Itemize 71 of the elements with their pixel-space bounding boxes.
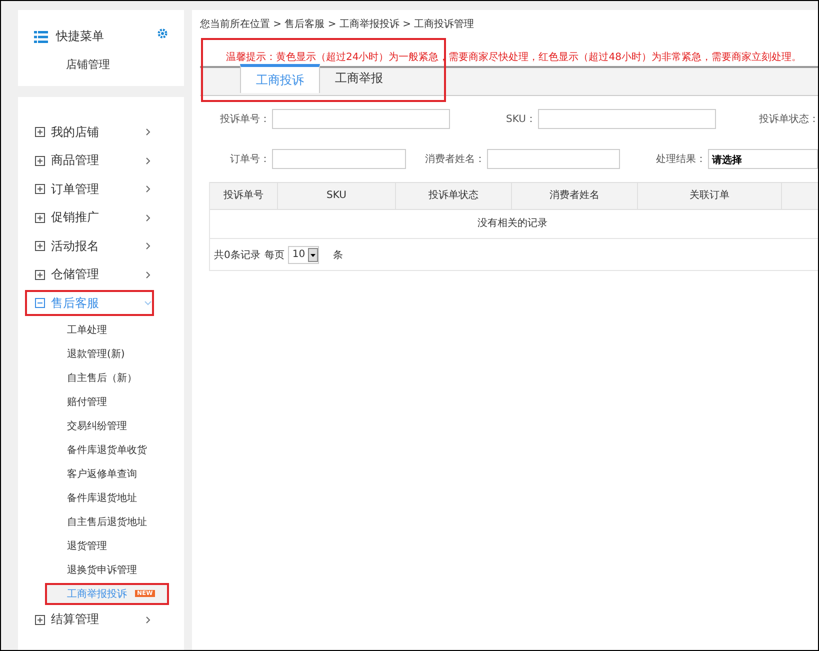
notice-text: 温馨提示：黄色显示（超过24小时）为一般紧急，需要商家尽快处理，红色显示（超过48小时）为非常紧急，需要商家立刻处理。 bbox=[225, 50, 802, 65]
sub-nav-item[interactable]: 交易纠纷管理 bbox=[45, 414, 169, 436]
column-header: 消费者姓名 bbox=[512, 183, 638, 209]
field-label: 投诉单状态： bbox=[758, 112, 818, 126]
per-page-label: 每页 bbox=[264, 248, 284, 262]
quick-menu-title: 快捷菜单 bbox=[56, 28, 104, 45]
chevron-right-icon bbox=[144, 242, 152, 250]
record-count: 共0条记录 bbox=[214, 248, 260, 262]
chevron-right-icon bbox=[144, 156, 152, 164]
dropdown-icon bbox=[308, 248, 318, 262]
input-field[interactable] bbox=[487, 149, 620, 169]
quick-menu-link[interactable]: 店铺管理 bbox=[66, 57, 184, 72]
input-field[interactable] bbox=[272, 149, 406, 169]
nav-label: 售后客服 bbox=[51, 294, 99, 312]
nav-item[interactable]: 我的店铺 bbox=[25, 119, 154, 145]
input-field[interactable] bbox=[538, 109, 716, 129]
nav-label: 商品管理 bbox=[51, 152, 99, 169]
chevron-right-icon bbox=[144, 214, 152, 222]
nav-label: 订单管理 bbox=[51, 180, 99, 198]
column-header: SKU bbox=[278, 183, 396, 209]
plus-box-icon bbox=[35, 184, 45, 194]
field-label: 消费者姓名： bbox=[425, 152, 485, 166]
nav-label: 仓储管理 bbox=[51, 266, 99, 283]
nav-label: 结算管理 bbox=[51, 611, 99, 628]
sub-nav-item[interactable]: 备件库退货单收货 bbox=[45, 438, 169, 460]
nav-label: 我的店铺 bbox=[51, 124, 99, 140]
page-size-select[interactable]: 10 bbox=[288, 246, 320, 264]
field-label: 订单号： bbox=[229, 152, 270, 166]
nav-item[interactable]: 商品管理 bbox=[25, 148, 154, 174]
breadcrumb: 您当前所在位置 > 售后客服 > 工商举报投诉 > 工商投诉管理 bbox=[199, 18, 476, 32]
sub-nav-item[interactable]: 工单处理 bbox=[45, 318, 169, 340]
field-label: 投诉单号： bbox=[219, 112, 270, 126]
tab[interactable]: 工商举报 bbox=[320, 64, 398, 93]
sub-nav-item[interactable]: 备件库退货地址 bbox=[45, 486, 169, 508]
sub-nav-item[interactable]: 赔付管理 bbox=[45, 390, 169, 412]
nav-label: 活动报名 bbox=[51, 238, 99, 254]
plus-box-icon bbox=[35, 156, 45, 166]
list-icon bbox=[34, 30, 48, 42]
nav-item[interactable]: 结算管理 bbox=[25, 606, 154, 632]
sub-nav-item[interactable]: 客户返修单查询 bbox=[45, 462, 169, 484]
column-header: 投诉单号 bbox=[210, 183, 278, 209]
chevron-right-icon bbox=[144, 128, 152, 136]
plus-box-icon bbox=[35, 241, 45, 251]
sub-nav-item[interactable]: 退换货申诉管理 bbox=[45, 558, 169, 580]
chevron-right-icon bbox=[144, 185, 152, 193]
nav-item[interactable]: 订单管理 bbox=[25, 176, 154, 202]
minus-box-icon bbox=[35, 298, 45, 308]
plus-box-icon bbox=[35, 212, 45, 222]
chevron-down-icon bbox=[144, 299, 152, 307]
chevron-right-icon bbox=[144, 270, 152, 278]
sub-nav-item[interactable]: 退款管理(新) bbox=[45, 342, 169, 364]
plus-box-icon bbox=[35, 614, 45, 624]
unit-label: 条 bbox=[333, 248, 344, 262]
field-label: SKU： bbox=[506, 113, 536, 126]
column-header: 关联订单 bbox=[638, 183, 782, 209]
plus-box-icon bbox=[35, 127, 45, 137]
nav-item[interactable]: 活动报名 bbox=[25, 233, 154, 259]
column-header: 投诉单状态 bbox=[396, 183, 512, 209]
select-field[interactable]: 请选择 bbox=[708, 149, 818, 169]
chevron-right-icon bbox=[144, 616, 152, 624]
empty-message: 没有相关的记录 bbox=[210, 210, 818, 239]
sub-nav-item[interactable]: 自主售后（新） bbox=[45, 366, 169, 388]
sub-nav-item[interactable]: 退货管理 bbox=[45, 534, 169, 556]
field-label: 处理结果： bbox=[656, 152, 706, 166]
settings-icon[interactable] bbox=[157, 28, 168, 39]
nav-item[interactable]: 促销推广 bbox=[25, 204, 154, 230]
input-field[interactable] bbox=[272, 109, 450, 129]
plus-box-icon bbox=[35, 270, 45, 280]
sub-nav-item[interactable]: 自主售后退货地址 bbox=[45, 510, 169, 532]
nav-label: 促销推广 bbox=[51, 209, 99, 226]
nav-item[interactable]: 仓储管理 bbox=[25, 262, 154, 288]
